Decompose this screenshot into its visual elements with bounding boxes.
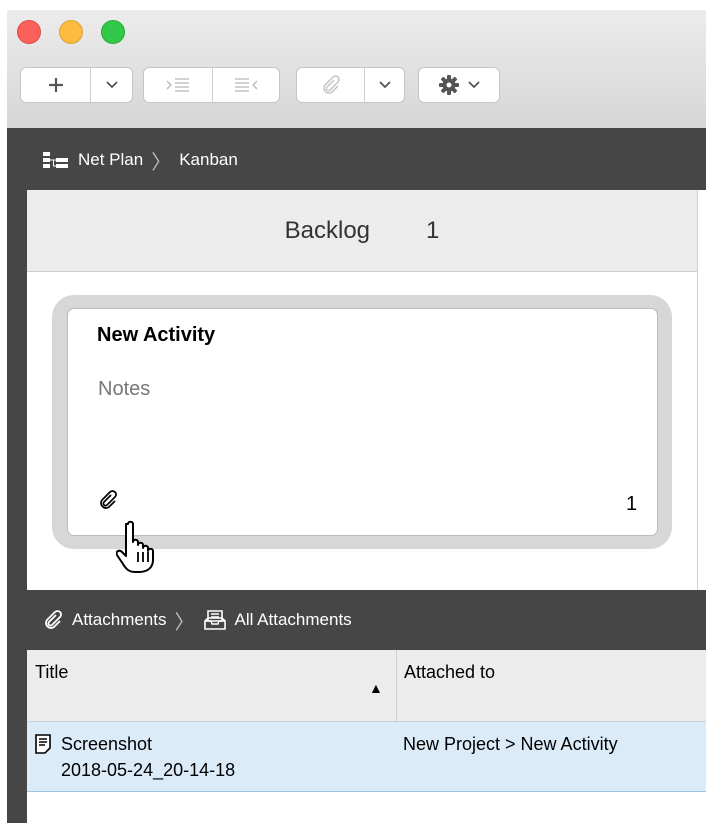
indent-button[interactable] <box>144 68 212 102</box>
window-toolbar <box>7 10 706 128</box>
column-header-title[interactable]: Title <box>35 662 68 683</box>
attach-button-group <box>296 67 405 103</box>
kanban-column-header[interactable]: Backlog 1 <box>27 190 697 272</box>
paperclip-icon <box>322 75 340 94</box>
paperclip-icon[interactable] <box>97 489 119 511</box>
close-window-button[interactable] <box>17 20 41 44</box>
card-notes: Notes <box>98 378 151 400</box>
plus-icon <box>48 78 63 92</box>
attachments-root[interactable]: Attachments <box>72 610 167 630</box>
settings-button[interactable] <box>418 67 500 103</box>
attach-menu-button[interactable] <box>364 68 404 102</box>
zoom-window-button[interactable] <box>101 20 125 44</box>
chevron-down-icon <box>468 81 480 89</box>
hand-cursor-icon <box>116 520 154 573</box>
attachments-current[interactable]: All Attachments <box>235 610 352 630</box>
breadcrumb-separator: 〉 <box>151 151 172 174</box>
column-divider[interactable] <box>396 650 397 722</box>
indent-button-group <box>143 67 280 103</box>
network-plan-icon <box>43 152 68 168</box>
add-menu-button[interactable] <box>90 68 132 102</box>
breadcrumb: Net Plan 〉 Kanban <box>42 145 238 175</box>
breadcrumb-separator: 〉 <box>174 611 195 634</box>
attach-button[interactable] <box>297 68 364 102</box>
gear-icon <box>439 75 459 95</box>
table-row[interactable] <box>27 722 706 792</box>
column-count: 1 <box>426 216 440 244</box>
breadcrumb-root[interactable]: Net Plan <box>78 150 143 170</box>
minimize-window-button[interactable] <box>59 20 83 44</box>
card-title: New Activity <box>97 324 216 346</box>
card-attachment-count: 1 <box>626 493 638 515</box>
column-divider <box>697 190 698 590</box>
column-header-attached-to[interactable]: Attached to <box>404 662 495 683</box>
outdent-icon <box>234 78 258 92</box>
row-attached-to: New Project > New Activity <box>403 734 618 754</box>
attachments-breadcrumb: Attachments 〉 All Attachments <box>42 605 352 635</box>
inbox-tray-icon <box>203 610 226 630</box>
breadcrumb-current[interactable]: Kanban <box>179 150 238 170</box>
chevron-down-icon <box>106 81 118 89</box>
indent-icon <box>166 78 189 92</box>
table-header <box>27 650 706 722</box>
add-button[interactable] <box>21 68 90 102</box>
row-title-continued: 2018-05-24_20-14-18 <box>61 760 236 780</box>
chevron-down-icon <box>379 81 391 89</box>
column-name: Backlog <box>284 216 371 244</box>
document-icon <box>35 734 51 754</box>
sort-ascending-icon: ▲ <box>369 680 383 696</box>
paperclip-icon <box>45 610 62 629</box>
row-title: Screenshot <box>61 734 153 754</box>
settings-button-content <box>419 68 499 102</box>
add-button-group <box>20 67 133 103</box>
outdent-button[interactable] <box>211 68 280 102</box>
